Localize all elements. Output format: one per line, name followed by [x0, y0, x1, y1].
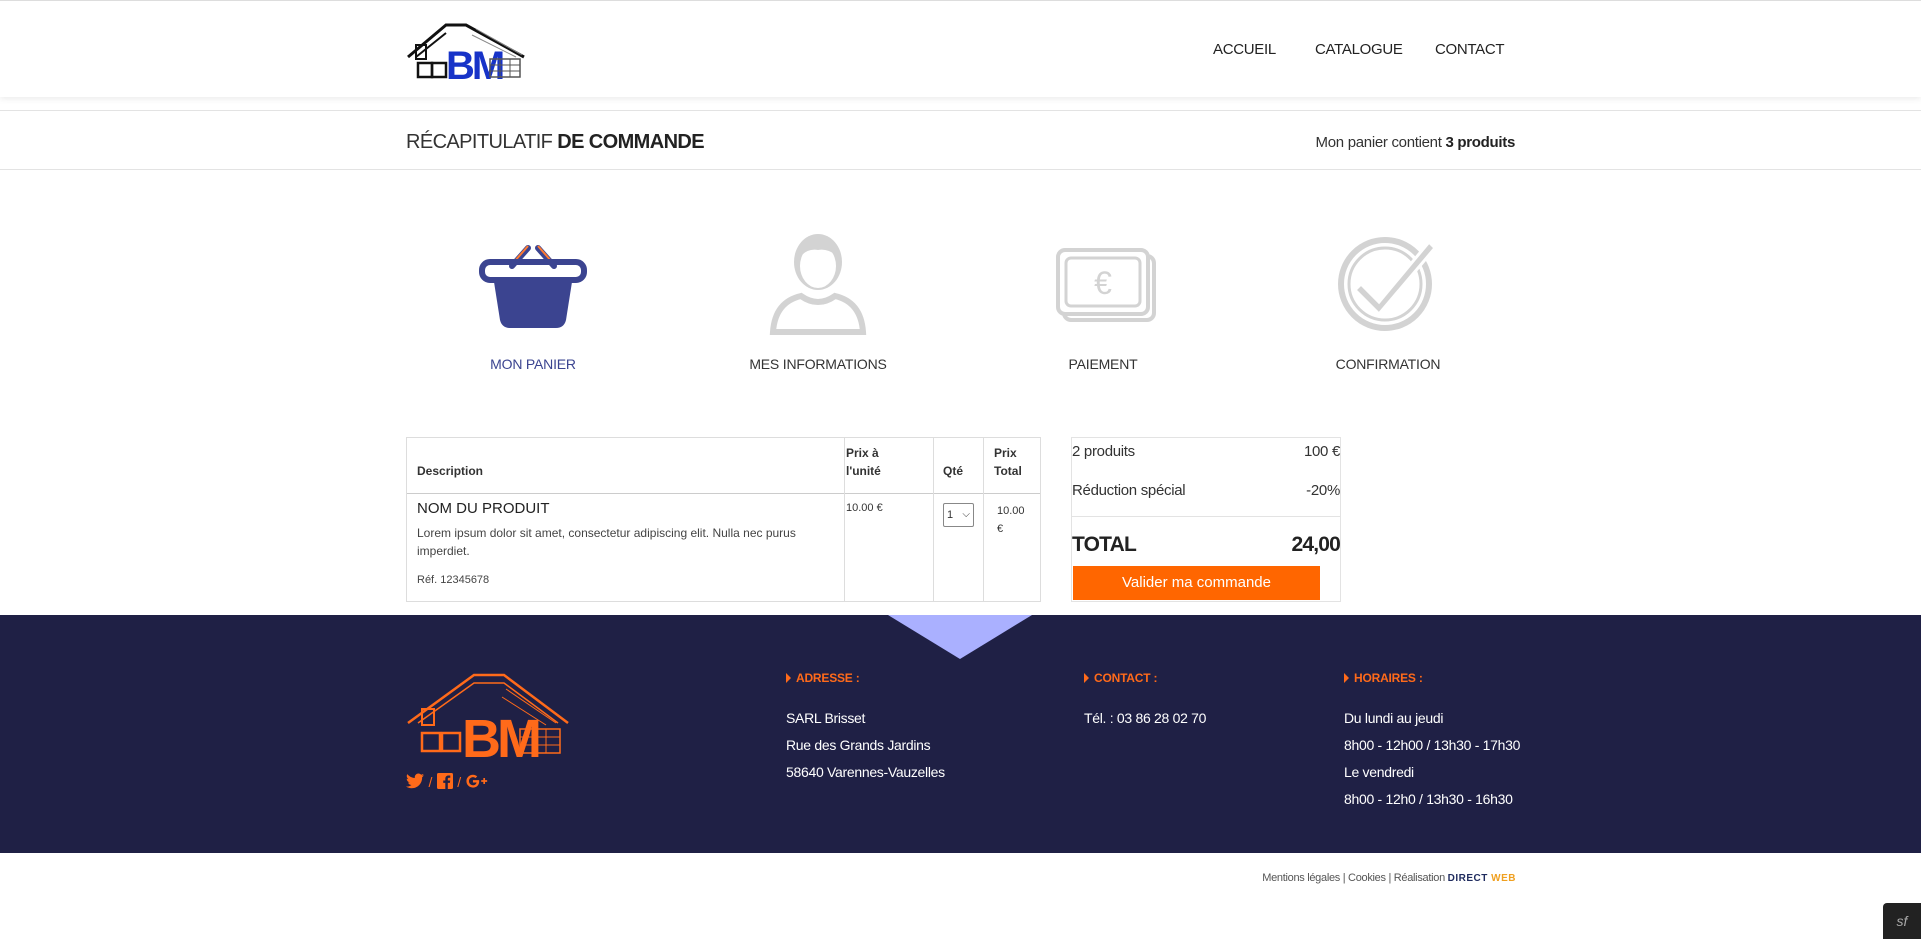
chevron-down-icon: ⌵ [962, 509, 970, 520]
page-title-bold: DE COMMANDE [557, 131, 704, 153]
header-total: Prix Total [994, 444, 1022, 480]
page-title-light: RÉCAPITULATIF [406, 131, 553, 153]
product-total-line1: 10.00 [997, 505, 1025, 517]
footer-hours-heading: HORAIRES : [1354, 671, 1423, 685]
footer-arrow [888, 615, 1032, 659]
cart-count: Mon panier contient 3 produits [1315, 134, 1516, 151]
basket-icon [479, 245, 587, 328]
footer-line: Rue des Grands Jardins [786, 737, 931, 753]
step-confirmation[interactable]: CONFIRMATION [1298, 228, 1478, 372]
user-icon [769, 234, 867, 335]
svg-text:€: € [1094, 265, 1112, 301]
qty-value: 1 [947, 509, 954, 521]
footer-line: SARL Brisset [786, 710, 866, 726]
facebook-icon[interactable] [436, 773, 453, 789]
step-label: MES INFORMATIONS [749, 356, 887, 372]
footer-line: Du lundi au jeudi [1344, 710, 1444, 726]
footer-heading: HORAIRES : [1344, 671, 1520, 685]
order-summary: 2 produits 100 € Réduction spécial -20% … [1071, 437, 1341, 602]
footer-phone[interactable]: Tél. : 03 86 28 02 70 [1084, 705, 1206, 732]
legal-links: Mentions légales | Cookies | Réalisation… [1262, 872, 1516, 884]
social-links: / / [406, 773, 488, 793]
step-label: MON PANIER [490, 356, 576, 372]
footer-address: ADRESSE : SARL Brisset Rue des Grands Ja… [786, 671, 945, 786]
summary-products-row: 2 produits 100 € [1072, 443, 1340, 460]
step-label: CONFIRMATION [1335, 356, 1441, 372]
caret-right-icon [1084, 673, 1089, 683]
summary-total-label: TOTAL [1072, 533, 1137, 556]
nav-catalogue[interactable]: CATALOGUE [1315, 41, 1403, 58]
col-divider [845, 438, 934, 601]
step-paiement[interactable]: € PAIEMENT [1013, 228, 1193, 372]
site-header: BM ACCUEIL CATALOGUE CONTACT [0, 0, 1921, 97]
direct-web-logo[interactable]: DIRECT WEB [1448, 873, 1516, 884]
product-total-line2: € [997, 523, 1004, 535]
social-separator: / [428, 774, 433, 790]
product-total: 10.00 € [997, 502, 1037, 538]
summary-products-value: 100 € [1303, 443, 1340, 460]
summary-divider [1072, 516, 1340, 517]
title-band: RÉCAPITULATIF DE COMMANDE Mon panier con… [0, 110, 1921, 170]
bottom-bar: Mentions légales | Cookies | Réalisation… [0, 853, 1921, 939]
footer-line: 58640 Varennes-Vauzelles [786, 764, 945, 780]
nav-contact[interactable]: CONTACT [1435, 41, 1505, 58]
footer-line: 8h00 - 12h0 / 13h30 - 16h30 [1344, 791, 1513, 807]
step-mes-informations[interactable]: MES INFORMATIONS [728, 228, 908, 372]
summary-total-value: 24,00 [1291, 533, 1340, 556]
cart-count-prefix: Mon panier contient [1315, 134, 1442, 151]
product-unit-price: 10.00 € [846, 502, 883, 514]
header-total-line2: Total [994, 464, 1022, 478]
footer-line: Le vendredi [1344, 764, 1414, 780]
social-separator: / [457, 774, 462, 790]
cart-table: Description Prix à l'unité Qté Prix Tota… [406, 437, 1041, 602]
summary-discount-label: Réduction spécial [1072, 482, 1186, 499]
footer-contact-heading: CONTACT : [1094, 671, 1158, 685]
qty-select[interactable]: 1 ⌵ [943, 503, 974, 527]
footer-heading: CONTACT : [1084, 671, 1206, 685]
footer-address-heading: ADRESSE : [796, 671, 860, 685]
step-mon-panier[interactable]: MON PANIER [443, 228, 623, 372]
summary-discount-value: -20% [1306, 482, 1340, 499]
product-name[interactable]: NOM DU PRODUIT [417, 500, 550, 517]
validate-order-button[interactable]: Valider ma commande [1073, 566, 1320, 600]
footer-logo[interactable]: BM [406, 669, 571, 761]
legal-text[interactable]: Mentions légales | Cookies | Réalisation [1262, 872, 1445, 884]
page-title: RÉCAPITULATIF DE COMMANDE [406, 131, 705, 154]
footer-contact: CONTACT : Tél. : 03 86 28 02 70 [1084, 671, 1206, 732]
direct-web-brand-1: DIRECT [1447, 873, 1492, 884]
product-ref: Réf. 12345678 [417, 574, 490, 586]
cart-count-value: 3 produits [1445, 134, 1515, 151]
footer-heading: ADRESSE : [786, 671, 945, 685]
footer-hours: HORAIRES : Du lundi au jeudi 8h00 - 12h0… [1344, 671, 1520, 813]
footer-line: 8h00 - 12h00 / 13h30 - 17h30 [1344, 737, 1521, 753]
site-footer: BM / / ADRESSE : SARL Brisset Rue des Gr… [0, 615, 1921, 853]
logo[interactable]: BM [406, 17, 528, 83]
euro-banknote-icon: € [1056, 248, 1156, 322]
google-plus-icon[interactable] [466, 773, 488, 789]
check-circle-icon [1338, 237, 1438, 331]
caret-right-icon [786, 673, 791, 683]
symfony-toolbar-badge[interactable]: sf [1883, 903, 1921, 939]
twitter-icon[interactable] [406, 773, 424, 789]
summary-products-label: 2 produits [1072, 443, 1135, 460]
summary-total-row: TOTAL 24,00 [1072, 533, 1341, 557]
summary-discount-row: Réduction spécial -20% [1072, 482, 1340, 499]
header-total-line1: Prix [994, 446, 1017, 460]
direct-web-brand-2: WEB [1491, 873, 1516, 884]
step-label: PAIEMENT [1068, 356, 1138, 372]
product-description: Lorem ipsum dolor sit amet, consectetur … [417, 526, 796, 558]
caret-right-icon [1344, 673, 1349, 683]
nav-accueil[interactable]: ACCUEIL [1213, 41, 1276, 58]
